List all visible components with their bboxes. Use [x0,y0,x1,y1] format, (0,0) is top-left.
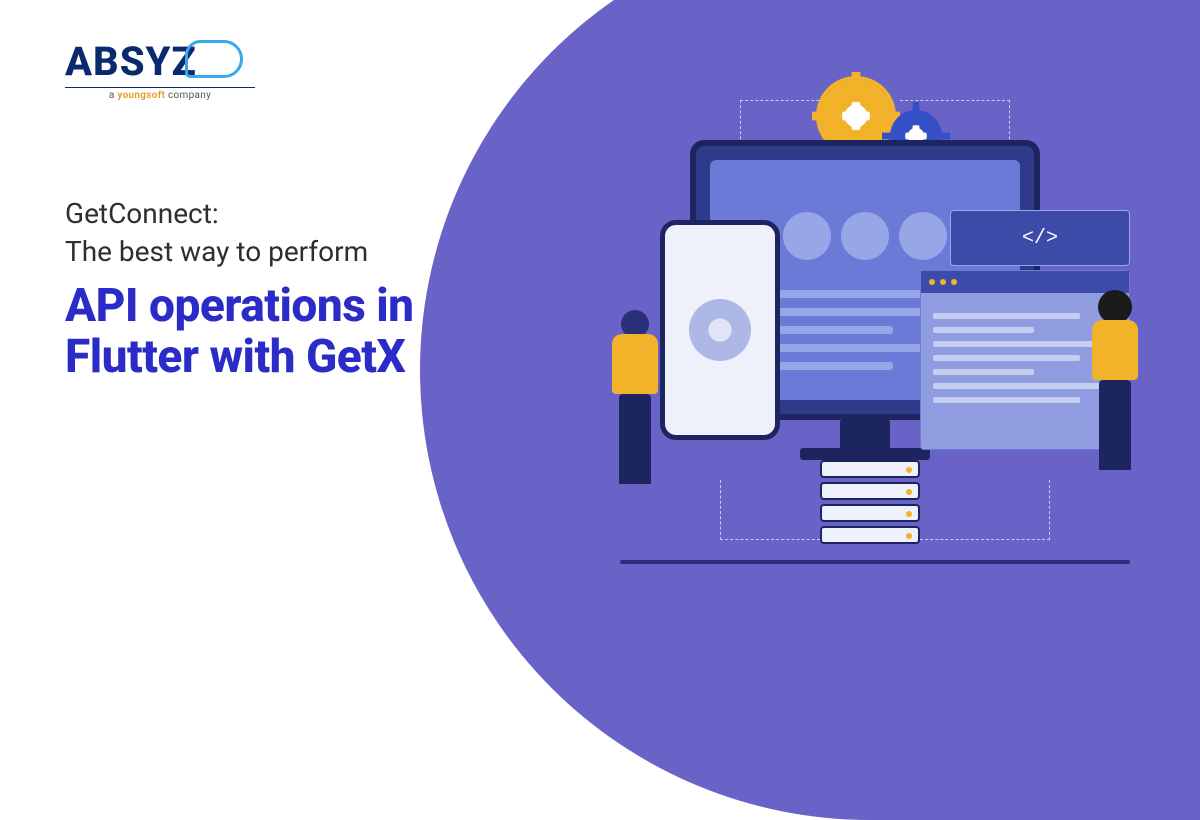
placeholder-circle [899,212,947,260]
placeholder-line [933,327,1034,333]
window-dot [929,279,935,285]
page-title: API operations in Flutter with GetX [65,281,414,384]
connector-line [720,480,820,540]
company-logo: ABSYZ a youngsoft company [65,38,255,101]
placeholder-line [933,397,1080,403]
connector-line [920,480,1050,540]
kicker-line-2: The best way to perform [65,235,368,268]
kicker-line-1: GetConnect: [65,197,219,230]
phone-graphic [660,220,780,440]
server-rack [820,482,920,500]
hero-illustration: </> [560,60,1160,580]
tagline-accent: youngsoft [117,90,165,101]
code-panel: </> [950,210,1130,266]
logo-wordmark: ABSYZ [65,38,255,85]
kicker-text: GetConnect: The best way to perform [65,195,414,271]
placeholder-circle [783,212,831,260]
window-dot [940,279,946,285]
person-head [1098,290,1132,324]
person-graphic [600,310,670,484]
server-rack [820,504,920,522]
person-torso [1092,320,1138,380]
server-rack [820,460,920,478]
monitor-stand [840,420,890,450]
server-stack [820,460,920,548]
person-graphic [1080,290,1150,470]
placeholder-line [933,355,1080,361]
server-rack [820,526,920,544]
window-dot [951,279,957,285]
gear-icon [689,299,751,361]
monitor-base [800,448,930,460]
tagline-suffix: company [165,90,211,101]
floor-line [620,560,1130,564]
headline-block: GetConnect: The best way to perform API … [65,195,414,384]
title-line-2: Flutter with GetX [65,330,405,384]
placeholder-line [933,369,1034,375]
code-icon: </> [1022,227,1058,250]
person-legs [1099,380,1131,470]
cloud-icon [185,40,243,78]
person-torso [612,334,658,394]
logo-text: ABSYZ [65,38,197,85]
logo-tagline: a youngsoft company [65,87,255,101]
person-legs [619,394,651,484]
placeholder-line [933,313,1080,319]
placeholder-circle [841,212,889,260]
title-line-1: API operations in [65,279,414,333]
